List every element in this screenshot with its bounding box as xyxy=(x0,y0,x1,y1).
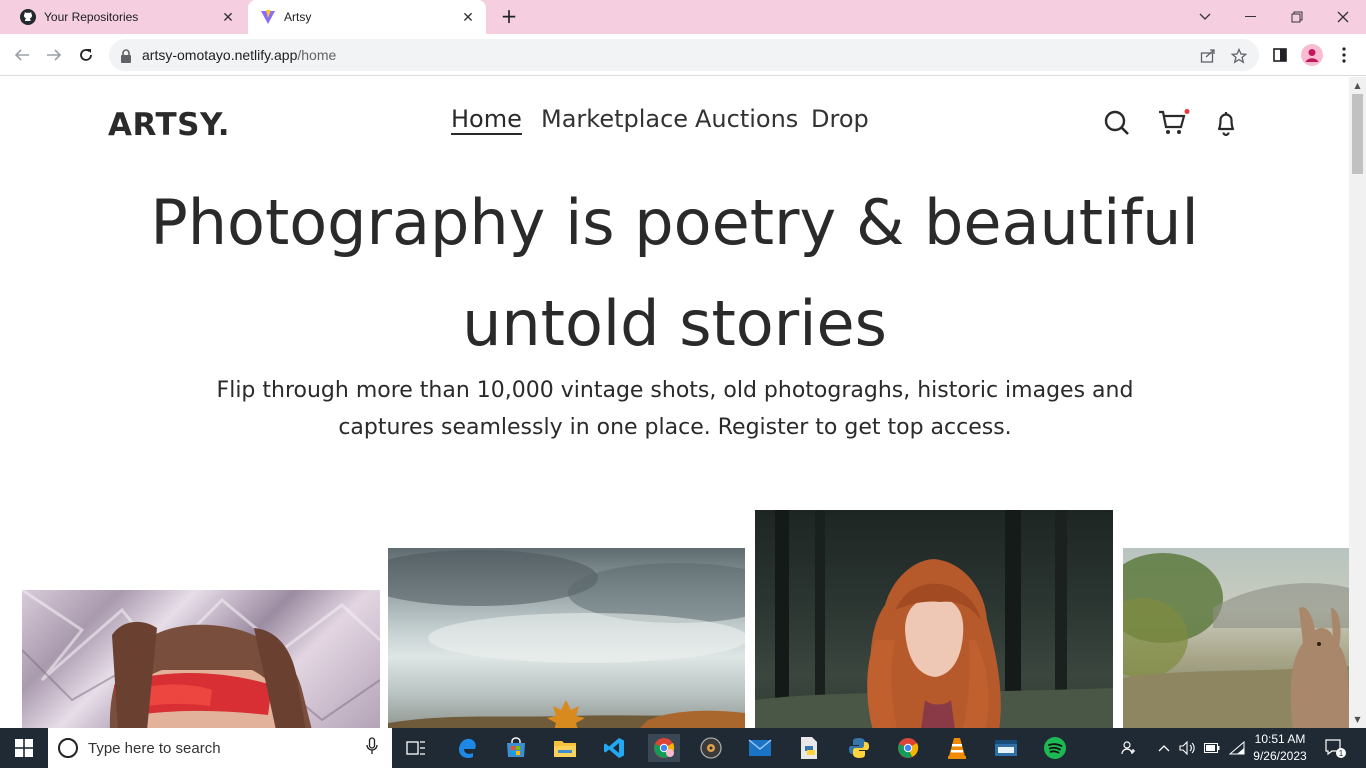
url-path: /home xyxy=(297,47,337,63)
scroll-down-arrow-icon[interactable]: ▼ xyxy=(1353,715,1362,724)
microsoft-store-icon[interactable] xyxy=(502,734,530,762)
app-window-icon[interactable] xyxy=(992,734,1020,762)
chrome-profile-icon[interactable] xyxy=(894,734,922,762)
minimize-icon[interactable] xyxy=(1228,0,1274,34)
chevron-down-icon[interactable] xyxy=(1182,0,1228,34)
back-icon[interactable] xyxy=(10,43,34,67)
taskbar-search-box[interactable]: Type here to search xyxy=(48,728,392,768)
hero-subtitle-line-2: captures seamlessly in one place. Regist… xyxy=(338,415,1012,440)
nav-auctions[interactable]: Auctions xyxy=(695,105,798,133)
tab-title: Artsy xyxy=(284,10,312,24)
github-icon xyxy=(20,9,36,25)
edge-icon[interactable] xyxy=(453,734,481,762)
site-logo[interactable]: ARTSY. xyxy=(108,107,230,143)
lock-icon[interactable] xyxy=(120,48,132,67)
tab-artsy[interactable]: Artsy ✕ xyxy=(248,0,486,34)
scrollbar-thumb[interactable] xyxy=(1352,94,1363,174)
cart-icon[interactable] xyxy=(1158,109,1190,137)
vite-icon xyxy=(260,9,276,25)
address-bar[interactable]: artsy-omotayo.netlify.app/home xyxy=(109,39,1259,71)
windows-start-icon[interactable] xyxy=(0,728,48,768)
notification-center-icon[interactable]: 1 xyxy=(1320,728,1350,768)
hero-subtitle: Flip through more than 10,000 vintage sh… xyxy=(200,372,1150,446)
scroll-up-arrow-icon[interactable]: ▲ xyxy=(1353,81,1362,90)
chrome-icon[interactable] xyxy=(648,734,680,762)
microphone-icon[interactable] xyxy=(366,737,378,759)
url-text: artsy-omotayo.netlify.app/home xyxy=(142,47,336,63)
vlc-icon[interactable] xyxy=(943,734,971,762)
new-tab-icon[interactable]: + xyxy=(498,6,520,28)
browser-toolbar: artsy-omotayo.netlify.app/home xyxy=(0,34,1366,76)
page-viewport: ARTSY. Home Marketplace Auctions Drop Ph… xyxy=(0,77,1349,728)
reload-icon[interactable] xyxy=(74,43,98,67)
browser-tab-strip: Your Repositories ✕ Artsy ✕ + xyxy=(0,0,1366,34)
page-scrollbar[interactable]: ▲ ▼ xyxy=(1349,77,1366,728)
taskbar-search-placeholder: Type here to search xyxy=(88,739,221,757)
photo-kangaroo-field[interactable] xyxy=(1123,548,1349,728)
close-icon[interactable]: ✕ xyxy=(460,9,476,25)
hero-title-line-2: untold stories xyxy=(462,287,887,360)
python-file-icon[interactable] xyxy=(795,734,823,762)
hero-subtitle-line-1: Flip through more than 10,000 vintage sh… xyxy=(216,378,1134,403)
hero-title: Photography is poetry & beautiful untold… xyxy=(0,172,1349,374)
spotify-icon[interactable] xyxy=(1041,734,1069,762)
url-host: artsy-omotayo.netlify.app xyxy=(142,47,298,63)
clock-time: 10:51 AM xyxy=(1254,732,1306,746)
photo-person-red-goggles[interactable] xyxy=(22,590,380,728)
bookmark-star-icon[interactable] xyxy=(1230,47,1248,65)
bell-icon[interactable] xyxy=(1213,109,1241,137)
forward-icon[interactable] xyxy=(42,43,66,67)
close-window-icon[interactable] xyxy=(1320,0,1366,34)
nav-marketplace[interactable]: Marketplace xyxy=(541,105,688,133)
tab-your-repositories[interactable]: Your Repositories ✕ xyxy=(8,0,246,34)
vscode-icon[interactable] xyxy=(600,734,628,762)
tab-title: Your Repositories xyxy=(44,10,139,24)
task-view-icon[interactable] xyxy=(402,734,430,762)
photo-autumn-leaf-sky[interactable] xyxy=(388,548,745,728)
nav-drop[interactable]: Drop xyxy=(811,105,869,133)
menu-dots-icon[interactable] xyxy=(1332,43,1356,67)
profile-avatar-icon[interactable] xyxy=(1300,43,1324,67)
search-icon[interactable] xyxy=(1103,109,1131,137)
file-explorer-icon[interactable] xyxy=(551,734,579,762)
side-panel-icon[interactable] xyxy=(1268,43,1292,67)
photo-red-haired-girl-forest[interactable] xyxy=(755,510,1113,728)
share-icon[interactable] xyxy=(1199,47,1217,65)
nav-home[interactable]: Home xyxy=(451,105,522,135)
wifi-icon[interactable] xyxy=(1227,728,1247,768)
media-player-icon[interactable] xyxy=(697,734,725,762)
cart-badge-dot xyxy=(1184,109,1190,114)
battery-icon[interactable] xyxy=(1202,728,1222,768)
mail-icon[interactable] xyxy=(746,734,774,762)
hero-title-line-1: Photography is poetry & beautiful xyxy=(150,186,1199,259)
cortana-icon xyxy=(58,738,78,758)
close-icon[interactable]: ✕ xyxy=(220,9,236,25)
restore-icon[interactable] xyxy=(1274,0,1320,34)
people-icon[interactable] xyxy=(1117,728,1141,768)
taskbar-clock[interactable]: 10:51 AM 9/26/2023 xyxy=(1247,731,1313,765)
python-icon[interactable] xyxy=(845,734,873,762)
windows-taskbar: Type here to search 10:51 AM 9/26/2023 1 xyxy=(0,728,1366,768)
clock-date: 9/26/2023 xyxy=(1253,749,1307,763)
volume-icon[interactable] xyxy=(1177,728,1197,768)
notification-count: 1 xyxy=(1339,749,1344,758)
chevron-up-icon[interactable] xyxy=(1155,728,1173,768)
